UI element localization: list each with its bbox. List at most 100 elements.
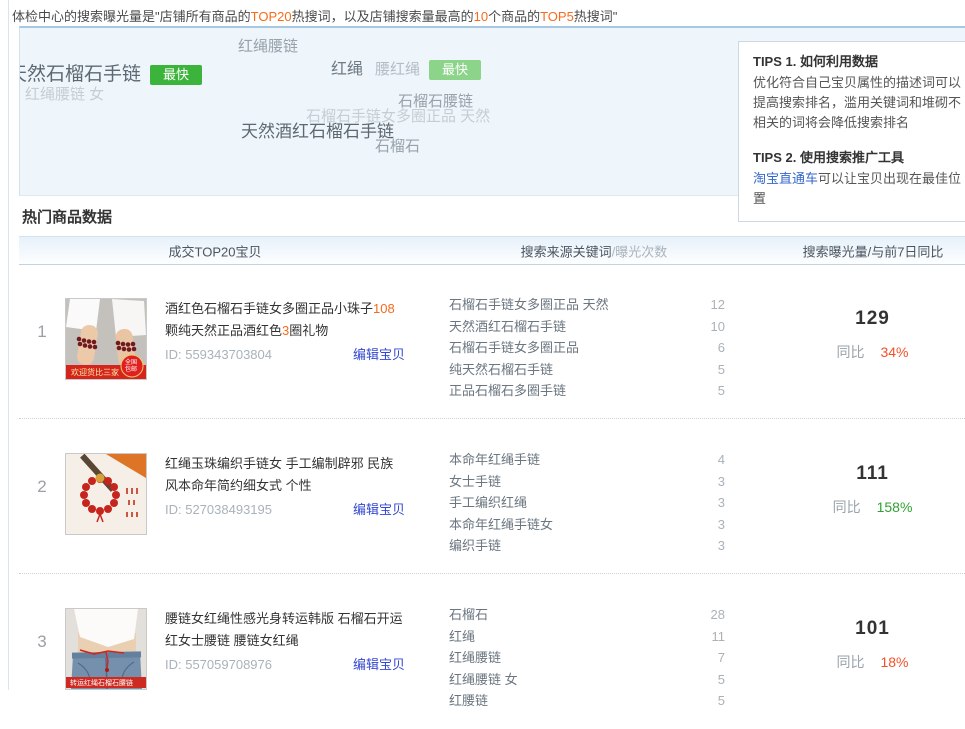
- page-left-border: [8, 0, 9, 690]
- keyword-term: 石榴石手链女多圈正品 天然: [449, 294, 609, 316]
- product-id: ID: 557059708976: [165, 657, 272, 672]
- header-source-keywords: 搜索来源关键词/曝光次数: [521, 241, 668, 260]
- product-id: ID: 527038493195: [165, 502, 272, 517]
- keyword-row: 红腰链5: [449, 690, 725, 712]
- product-info: 红绳玉珠编织手链女 手工编制辟邪 民族风本命年简约细女式 个性 ID: 5270…: [165, 453, 449, 518]
- keyword-row: 正品石榴石多圈手链 5: [449, 380, 725, 402]
- edit-item-link[interactable]: 编辑宝贝: [353, 499, 405, 518]
- product-title: 腰链女红绳性感光身转运韩版 石榴石开运红女士腰链 腰链女红绳: [165, 608, 405, 652]
- keyword-count: 5: [718, 359, 725, 381]
- keyword-wordcloud: 红绳腰链红绳腰红绳最快天然石榴石手链最快红绳腰链 女石榴石腰链石榴石手链女多圈正…: [20, 28, 735, 195]
- keyword-list: 石榴石 28红绳11红绳腰链 7 红绳腰链 女 5红腰链5: [449, 604, 725, 712]
- header-top20-items: 成交TOP20宝贝: [169, 241, 262, 260]
- header-sub: /与前7日同比: [868, 244, 944, 259]
- svg-text:转运红绳石榴石腰链: 转运红绳石榴石腰链: [70, 678, 133, 687]
- yoy-label: 同比: [836, 344, 864, 360]
- keyword-term: 红绳腰链 女: [449, 669, 518, 691]
- wordcloud-term: 石榴石: [375, 138, 420, 156]
- yoy-label: 同比: [836, 654, 864, 670]
- intro-highlight-top20: TOP20: [251, 9, 292, 24]
- keyword-row: 本命年红绳手链4: [449, 449, 725, 471]
- header-exposure: 搜索曝光量/与前7日同比: [803, 241, 944, 260]
- keyword-count: 3: [718, 492, 725, 514]
- keyword-term: 石榴石手链女多圈正品: [449, 337, 579, 359]
- keyword-count: 7: [718, 647, 725, 669]
- yoy-percent: 158%: [877, 499, 913, 515]
- intro-text: 体检中心的搜索曝光量是"店铺所有商品的TOP20热搜词，以及店铺搜索量最高的10…: [12, 6, 617, 25]
- keyword-row: 本命年红绳手链女 3: [449, 514, 725, 536]
- rank-number: 1: [19, 298, 65, 342]
- fastest-badge: 最快: [150, 65, 202, 85]
- product-title: 红绳玉珠编织手链女 手工编制辟邪 民族风本命年简约细女式 个性: [165, 453, 405, 497]
- keyword-count: 3: [718, 535, 725, 557]
- keyword-row: 红绳腰链 女 5: [449, 669, 725, 691]
- intro-highlight-10: 10: [474, 9, 488, 24]
- keyword-term: 女士手链: [449, 471, 501, 493]
- intro-highlight-top5: TOP5: [540, 9, 574, 24]
- edit-item-link[interactable]: 编辑宝贝: [353, 344, 405, 363]
- product-image: 转运红绳石榴石腰链: [65, 608, 147, 690]
- product-image: [65, 453, 147, 535]
- exposure-stat: 129 同比 34%: [725, 298, 965, 362]
- keyword-count: 5: [718, 690, 725, 712]
- keyword-count: 12: [711, 294, 725, 316]
- yoy-percent: 18%: [880, 654, 908, 670]
- keyword-count: 6: [718, 337, 725, 359]
- rank-number: 2: [19, 453, 65, 497]
- tips1-body: 优化符合自己宝贝属性的描述词可以提高搜索排名，滥用关键词和堆砌不相关的词将会降低…: [753, 73, 965, 133]
- keyword-term: 手工编织红绳: [449, 492, 527, 514]
- product-table-body: 1 欢迎货比三家 全国 包邮 酒红色石榴石手链女多圈正品小珠子108颗纯天然正品…: [19, 264, 965, 729]
- product-title: 酒红色石榴石手链女多圈正品小珠子108颗纯天然正品酒红色3圈礼物: [165, 298, 405, 342]
- header-sub: /曝光次数: [612, 244, 668, 259]
- table-row: 3 转运红绳石榴石腰链 腰链女红绳性感光身转运韩版 石榴石开运红女士腰链 腰链女…: [19, 574, 965, 729]
- keyword-count: 5: [718, 380, 725, 402]
- keyword-term: 纯天然石榴石手链: [449, 359, 553, 381]
- keyword-row: 石榴石 28: [449, 604, 725, 626]
- wordcloud-term: 天然酒红石榴石手链: [241, 122, 394, 142]
- table-row: 1 欢迎货比三家 全国 包邮 酒红色石榴石手链女多圈正品小珠子108颗纯天然正品…: [19, 264, 965, 419]
- keyword-term: 编织手链: [449, 535, 501, 557]
- keyword-row: 石榴石手链女多圈正品 天然 12: [449, 294, 725, 316]
- exposure-stat: 101 同比18%: [725, 608, 965, 672]
- product-info: 酒红色石榴石手链女多圈正品小珠子108颗纯天然正品酒红色3圈礼物 ID: 559…: [165, 298, 449, 363]
- keyword-count: 3: [718, 471, 725, 493]
- intro-part: 热搜词，以及店铺搜索量最高的: [292, 9, 474, 24]
- keyword-count: 5: [718, 669, 725, 691]
- keyword-row: 女士手链 3: [449, 471, 725, 493]
- keyword-term: 正品石榴石多圈手链: [449, 380, 566, 402]
- keyword-row: 纯天然石榴石手链 5: [449, 359, 725, 381]
- table-header: 成交TOP20宝贝 搜索来源关键词/曝光次数 搜索曝光量/与前7日同比: [19, 236, 965, 265]
- keyword-row: 天然酒红石榴石手链 10: [449, 316, 725, 338]
- wordcloud-term: 红绳腰链: [238, 38, 298, 56]
- wordcloud-term: 天然石榴石手链最快: [20, 64, 202, 87]
- search-exposure-panel: 红绳腰链红绳腰红绳最快天然石榴石手链最快红绳腰链 女石榴石腰链石榴石手链女多圈正…: [19, 26, 965, 196]
- header-main: 成交TOP20宝贝: [169, 244, 262, 259]
- product-info: 腰链女红绳性感光身转运韩版 石榴石开运红女士腰链 腰链女红绳 ID: 55705…: [165, 608, 449, 673]
- keyword-row: 红绳腰链 7: [449, 647, 725, 669]
- keyword-count: 28: [711, 604, 725, 626]
- keyword-term: 石榴石: [449, 604, 488, 626]
- keyword-row: 石榴石手链女多圈正品 6: [449, 337, 725, 359]
- keyword-term: 红绳腰链: [449, 647, 501, 669]
- header-main: 搜索来源关键词: [521, 244, 612, 259]
- wordcloud-term: 腰红绳最快: [375, 60, 481, 80]
- exposure-value: 129: [780, 308, 965, 330]
- tips1-title: TIPS 1. 如何利用数据: [753, 52, 965, 72]
- keyword-count: 10: [711, 316, 725, 338]
- keyword-list: 石榴石手链女多圈正品 天然12天然酒红石榴石手链10石榴石手链女多圈正品6纯天然…: [449, 294, 725, 402]
- ztc-link[interactable]: 淘宝直通车: [753, 171, 818, 186]
- keyword-term: 天然酒红石榴石手链: [449, 316, 566, 338]
- keyword-count: 3: [718, 514, 725, 536]
- keyword-row: 编织手链 3: [449, 535, 725, 557]
- intro-part: 热搜词": [574, 9, 618, 24]
- keyword-row: 红绳11: [449, 626, 725, 648]
- keyword-term: 红绳: [449, 626, 475, 648]
- yoy-percent: 34%: [880, 344, 908, 360]
- tips-box: TIPS 1. 如何利用数据 优化符合自己宝贝属性的描述词可以提高搜索排名，滥用…: [738, 41, 965, 222]
- yoy-label: 同比: [833, 499, 861, 515]
- edit-item-link[interactable]: 编辑宝贝: [353, 654, 405, 673]
- exposure-value: 111: [780, 463, 965, 485]
- rank-number: 3: [19, 608, 65, 652]
- tips2-title: TIPS 2. 使用搜索推广工具: [753, 148, 965, 168]
- keyword-term: 本命年红绳手链女: [449, 514, 553, 536]
